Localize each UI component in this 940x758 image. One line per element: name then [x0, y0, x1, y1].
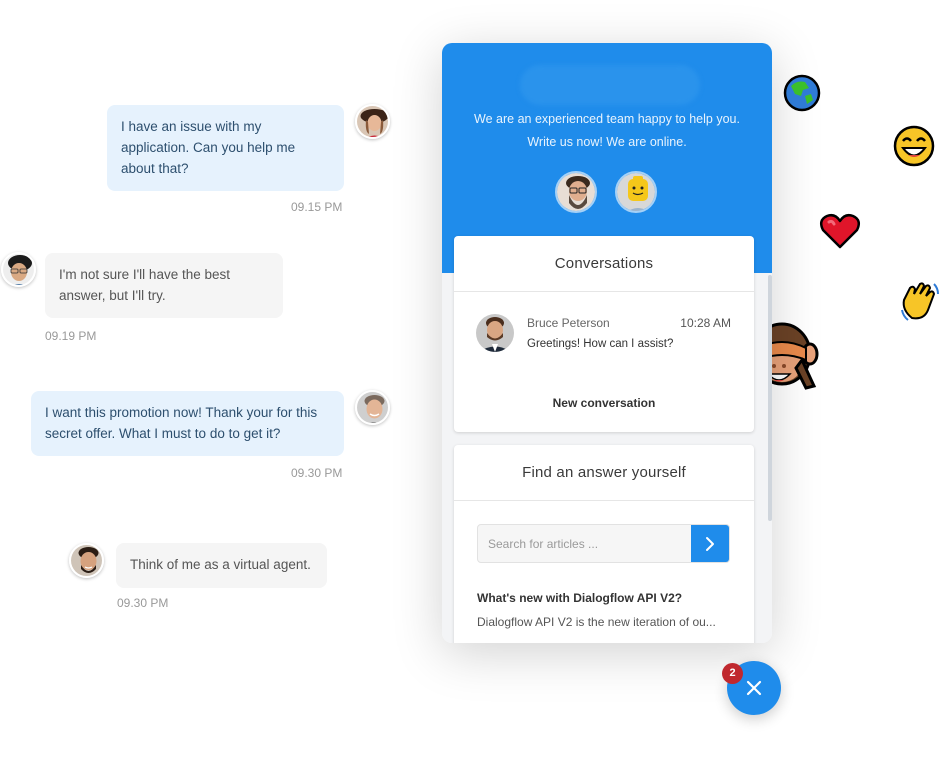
- waving-hand-emoji: [900, 280, 940, 327]
- support-panel: We are an experienced team happy to help…: [442, 43, 772, 643]
- find-answer-title: Find an answer yourself: [454, 445, 754, 501]
- agent-avatar-bearded: [555, 171, 597, 213]
- message-text: I want this promotion now! Thank your fo…: [45, 405, 318, 441]
- article-excerpt: Dialogflow API V2 is the new iteration o…: [477, 615, 716, 629]
- brand-logo: [520, 65, 700, 105]
- tagline-line-1: We are an experienced team happy to help…: [474, 112, 740, 126]
- woman-with-hat-avatar: [355, 104, 390, 139]
- message-time: 09.30 PM: [117, 596, 169, 610]
- conversation-item[interactable]: Bruce Peterson 10:28 AM Greetings! How c…: [454, 292, 754, 362]
- chat-bubble-outgoing: I want this promotion now! Thank your fo…: [31, 391, 344, 456]
- article-link[interactable]: What's new with Dialogflow API V2?: [477, 591, 682, 605]
- message-text: I'm not sure I'll have the best answer, …: [59, 267, 230, 303]
- agent-avatar-lego: [615, 171, 657, 213]
- search-submit-button[interactable]: [691, 525, 729, 562]
- conversation-name: Bruce Peterson: [527, 316, 610, 330]
- chat-bubble-incoming: Think of me as a virtual agent.: [116, 543, 327, 588]
- unread-count-badge: 2: [722, 663, 743, 684]
- message-time: 09.19 PM: [45, 329, 97, 343]
- globe-emoji: [783, 74, 821, 117]
- conversations-title: Conversations: [454, 236, 754, 292]
- panel-scrollbar[interactable]: [768, 275, 772, 521]
- article-search-input[interactable]: [478, 525, 692, 562]
- new-conversation-button[interactable]: New conversation: [454, 396, 754, 410]
- red-heart-emoji: [819, 212, 861, 255]
- bearded-man-avatar: [69, 543, 104, 578]
- conversations-card: Conversations Bruce Peterson 10:28 AM Gr…: [454, 236, 754, 432]
- conversation-preview: Greetings! How can I assist?: [527, 338, 674, 350]
- message-text: Think of me as a virtual agent.: [130, 557, 311, 572]
- message-time: 09.30 PM: [291, 466, 343, 480]
- chevron-right-icon: [706, 536, 714, 551]
- find-answer-card: Find an answer yourself What's new with …: [454, 445, 754, 643]
- chat-bubble-outgoing: I have an issue with my application. Can…: [107, 105, 344, 191]
- article-search: [477, 524, 730, 563]
- conversation-time: 10:28 AM: [680, 316, 731, 330]
- close-icon: [746, 680, 762, 696]
- chat-bubble-incoming: I'm not sure I'll have the best answer, …: [45, 253, 283, 318]
- smiling-man-avatar: [355, 390, 390, 425]
- grinning-face-emoji: [893, 125, 935, 172]
- tagline-line-2: Write us now! We are online.: [527, 135, 687, 149]
- message-time: 09.15 PM: [291, 200, 343, 214]
- man-with-glasses-avatar: [1, 252, 36, 287]
- message-text: I have an issue with my application. Can…: [121, 119, 296, 176]
- bruce-peterson-avatar: [476, 314, 514, 352]
